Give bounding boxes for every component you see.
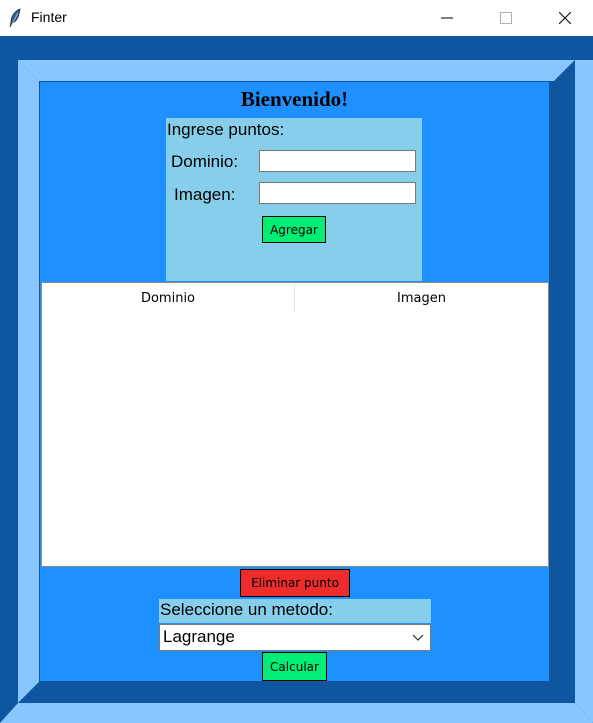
- entry-panel: Ingrese puntos: Dominio: Imagen: Agregar: [166, 118, 422, 281]
- method-select[interactable]: Lagrange: [159, 624, 431, 651]
- method-label: Seleccione un metodo:: [160, 600, 333, 619]
- close-button[interactable]: [542, 0, 588, 36]
- minimize-icon: [441, 17, 453, 19]
- domain-label: Dominio:: [171, 152, 239, 171]
- method-label-panel: Seleccione un metodo:: [159, 599, 431, 623]
- image-input[interactable]: [259, 182, 416, 204]
- maximize-button[interactable]: [483, 0, 529, 36]
- column-header-image[interactable]: Imagen: [295, 283, 548, 313]
- points-table: Dominio Imagen: [41, 282, 549, 567]
- domain-input[interactable]: [259, 150, 416, 172]
- chevron-down-icon[interactable]: [412, 632, 424, 642]
- calculate-button[interactable]: Calcular: [262, 652, 327, 681]
- minimize-button[interactable]: [424, 0, 470, 36]
- entry-heading: Ingrese puntos:: [167, 120, 285, 139]
- window-title: Finter: [31, 9, 67, 25]
- method-selected-value: Lagrange: [163, 627, 235, 646]
- title-bar: Finter: [0, 0, 593, 36]
- delete-point-button[interactable]: Eliminar punto: [240, 569, 350, 597]
- column-header-domain[interactable]: Dominio: [42, 283, 294, 313]
- welcome-heading: Bienvenido!: [240, 87, 349, 111]
- add-button[interactable]: Agregar: [262, 216, 326, 243]
- feather-icon: [9, 8, 21, 28]
- close-icon: [559, 12, 571, 24]
- image-label: Imagen:: [174, 185, 236, 204]
- maximize-icon: [500, 12, 512, 24]
